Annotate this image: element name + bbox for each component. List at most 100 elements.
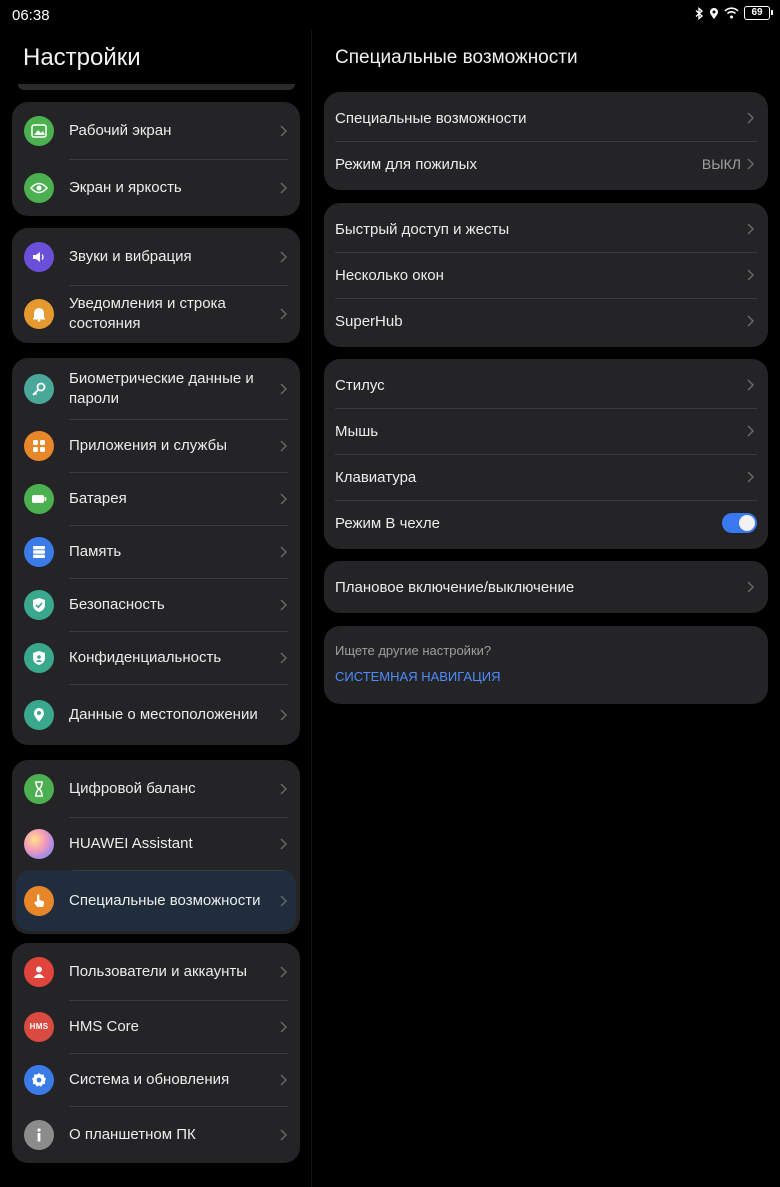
- privacy-shield-icon: [24, 642, 54, 673]
- status-bar: 06:38 69: [0, 0, 780, 30]
- hand-icon: [24, 885, 54, 916]
- settings-item-label: HUAWEI Assistant: [69, 834, 193, 852]
- multi-window-item[interactable]: Несколько окон: [324, 252, 768, 298]
- settings-item-label: Батарея: [69, 489, 127, 507]
- speaker-icon: [24, 241, 54, 272]
- settings-item-biometrics[interactable]: Биометрические данные и пароли: [12, 358, 300, 419]
- settings-item-huawei-assistant[interactable]: HUAWEI Assistant: [12, 817, 300, 870]
- status-icons: 69: [695, 6, 773, 20]
- chevron-right-icon: [747, 471, 755, 483]
- user-icon: [24, 956, 54, 987]
- elderly-mode-value: ВЫКЛ: [701, 156, 741, 172]
- settings-item-apps[interactable]: Приложения и службы: [12, 419, 300, 472]
- chevron-right-icon: [280, 250, 288, 263]
- chevron-right-icon: [280, 894, 288, 907]
- settings-item-security[interactable]: Безопасность: [12, 578, 300, 631]
- shortcuts-gestures-item[interactable]: Быстрый доступ и жесты: [324, 206, 768, 252]
- accessibility-item-label: Плановое включение/выключение: [335, 578, 575, 596]
- wifi-icon: [724, 7, 739, 19]
- settings-group-display: Рабочий экран Экран и яркость: [12, 102, 300, 216]
- accessibility-item-label: Быстрый доступ и жесты: [335, 220, 510, 238]
- settings-item-label: Цифровой баланс: [69, 779, 196, 797]
- settings-item-privacy[interactable]: Конфиденциальность: [12, 631, 300, 684]
- gear-icon: [24, 1064, 54, 1095]
- accessibility-group-main: Специальные возможности Режим для пожилы…: [324, 92, 768, 190]
- wallpaper-icon: [24, 115, 54, 146]
- accessibility-item-label: SuperHub: [335, 312, 403, 330]
- eye-icon: [24, 172, 54, 203]
- settings-item-storage[interactable]: Память: [12, 525, 300, 578]
- chevron-right-icon: [747, 315, 755, 327]
- hms-icon-text: HMS: [29, 1022, 49, 1031]
- chevron-right-icon: [747, 581, 755, 593]
- suggestion-question: Ищете другие настройки?: [335, 643, 492, 658]
- battery-icon: [24, 483, 54, 514]
- settings-item-digital-balance[interactable]: Цифровой баланс: [12, 760, 300, 817]
- accessibility-features-item[interactable]: Специальные возможности: [324, 95, 768, 141]
- chevron-right-icon: [747, 112, 755, 124]
- settings-item-label: Специальные возможности: [69, 891, 261, 909]
- stylus-item[interactable]: Стилус: [324, 362, 768, 408]
- chevron-right-icon: [280, 837, 288, 850]
- chevron-right-icon: [280, 545, 288, 558]
- chevron-right-icon: [280, 439, 288, 452]
- scheduled-power-item[interactable]: Плановое включение/выключение: [324, 564, 768, 610]
- settings-item-users[interactable]: Пользователи и аккаунты: [12, 943, 300, 1000]
- keyboard-item[interactable]: Клавиатура: [324, 454, 768, 500]
- cover-mode-toggle[interactable]: [722, 513, 757, 533]
- settings-item-hms-core[interactable]: HMS HMS Core: [12, 1000, 300, 1053]
- system-navigation-link[interactable]: СИСТЕМНАЯ НАВИГАЦИЯ: [335, 669, 500, 684]
- accessibility-group-schedule: Плановое включение/выключение: [324, 561, 768, 613]
- accessibility-item-label: Стилус: [335, 376, 385, 394]
- settings-item-label: Рабочий экран: [69, 121, 172, 139]
- chevron-right-icon: [280, 1128, 288, 1141]
- location-status-icon: [710, 7, 718, 19]
- page-title: Настройки: [23, 44, 141, 71]
- settings-item-notifications[interactable]: Уведомления и строка состояния: [12, 285, 300, 343]
- accessibility-item-label: Режим В чехле: [335, 514, 441, 532]
- settings-list-pane[interactable]: Настройки Рабочий экран Экран и яркость …: [0, 30, 312, 1187]
- cover-mode-item: Режим В чехле: [324, 500, 768, 546]
- settings-item-display-brightness[interactable]: Экран и яркость: [12, 159, 300, 216]
- chevron-right-icon: [747, 269, 755, 281]
- assistant-icon: [24, 828, 54, 859]
- detail-title: Специальные возможности: [335, 47, 578, 68]
- mouse-item[interactable]: Мышь: [324, 408, 768, 454]
- settings-item-label: Пользователи и аккаунты: [69, 962, 248, 980]
- settings-item-battery[interactable]: Батарея: [12, 472, 300, 525]
- settings-item-label: Приложения и службы: [69, 436, 227, 454]
- chevron-right-icon: [280, 1020, 288, 1033]
- info-icon: [24, 1119, 54, 1150]
- settings-item-location[interactable]: Данные о местоположении: [12, 684, 300, 745]
- settings-group-system-services: Биометрические данные и пароли Приложени…: [12, 358, 300, 745]
- settings-item-label: Данные о местоположении: [69, 705, 258, 723]
- accessibility-item-label: Клавиатура: [335, 468, 417, 486]
- settings-item-home-screen[interactable]: Рабочий экран: [12, 102, 300, 159]
- toggle-knob: [739, 515, 755, 531]
- chevron-right-icon: [280, 492, 288, 505]
- settings-item-label: Звуки и вибрация: [69, 247, 192, 265]
- chevron-right-icon: [747, 158, 755, 170]
- elderly-mode-item[interactable]: Режим для пожилых ВЫКЛ: [324, 141, 768, 187]
- settings-item-system-updates[interactable]: Система и обновления: [12, 1053, 300, 1106]
- hourglass-icon: [24, 773, 54, 804]
- settings-item-label: Конфиденциальность: [69, 648, 222, 666]
- accessibility-item-label: Специальные возможности: [335, 109, 527, 127]
- bell-icon: [24, 299, 54, 329]
- settings-item-label: Безопасность: [69, 595, 165, 613]
- settings-item-accessibility[interactable]: Специальные возможности: [16, 870, 296, 931]
- settings-item-about-tablet[interactable]: О планшетном ПК: [12, 1106, 300, 1163]
- bluetooth-icon: [695, 6, 704, 20]
- chevron-right-icon: [280, 598, 288, 611]
- settings-item-label: Уведомления и строка состояния: [69, 295, 226, 332]
- key-icon: [24, 373, 54, 404]
- superhub-item[interactable]: SuperHub: [324, 298, 768, 344]
- accessibility-item-label: Несколько окон: [335, 266, 444, 284]
- settings-item-sounds[interactable]: Звуки и вибрация: [12, 228, 300, 285]
- hms-icon: HMS: [24, 1011, 54, 1042]
- chevron-right-icon: [280, 308, 288, 320]
- chevron-right-icon: [280, 124, 288, 137]
- settings-item-label: Экран и яркость: [69, 178, 182, 196]
- chevron-right-icon: [747, 379, 755, 391]
- battery-indicator: 69: [744, 6, 773, 20]
